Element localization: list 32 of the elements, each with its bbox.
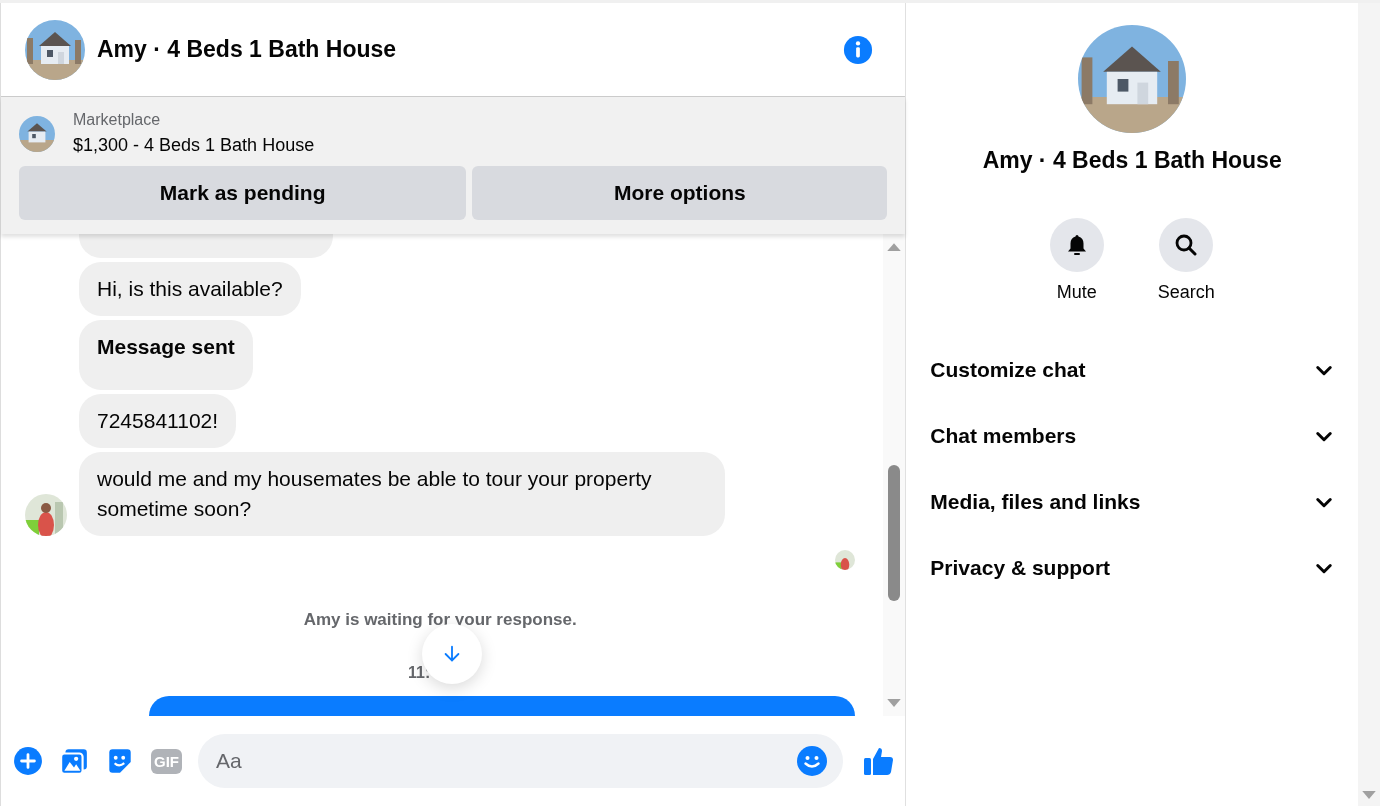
scroll-down-icon[interactable] [887, 699, 902, 708]
page-scrollbar[interactable] [1358, 3, 1380, 806]
quick-action-button[interactable] [1049, 218, 1104, 272]
message-bubble: 7245841102! [79, 394, 237, 448]
listing-source: Marketplace [73, 111, 162, 129]
section-header[interactable]: Chat members [930, 403, 1334, 469]
conversation-name: Amy · 4 Beds 1 Bath House [982, 147, 1282, 174]
quick-action-button[interactable] [1159, 218, 1214, 272]
timestamp: 11: [407, 664, 432, 682]
search-icon [1174, 233, 1199, 257]
scrollbar-thumb[interactable] [888, 465, 901, 601]
action-button[interactable]: Mark as pending [19, 166, 467, 220]
info-icon[interactable] [843, 34, 874, 65]
waiting-notice: Amy is waiting for your response. [302, 610, 578, 630]
quick-action-label: Search [1157, 282, 1215, 303]
message-bubble: Message sent [79, 320, 253, 390]
message-bubble: would me and my housemates be able to tour your property sometime soon? [79, 452, 725, 536]
section-header[interactable]: Customize chat [930, 337, 1334, 403]
plus-icon[interactable] [13, 746, 43, 776]
scroll-up-icon[interactable] [887, 242, 902, 251]
section-header[interactable]: Media, files and links [930, 469, 1334, 535]
scroll-down-icon[interactable] [1362, 791, 1376, 800]
scrollbar[interactable] [883, 234, 906, 716]
quick-action-label: Mute [1056, 282, 1097, 303]
thumbs-up-icon[interactable] [863, 745, 896, 777]
action-button[interactable]: More options [472, 166, 888, 220]
image-icon[interactable] [59, 746, 89, 776]
chat-title: Amy · 4 Beds 1 Bath House [97, 36, 398, 63]
message-bubble: Hi, is this available? [79, 262, 301, 316]
message-input[interactable]: Aa [198, 734, 844, 788]
listing-summary: $1,300 - 4 Beds 1 Bath House [73, 135, 315, 156]
section-header[interactable]: Privacy & support [930, 535, 1334, 601]
